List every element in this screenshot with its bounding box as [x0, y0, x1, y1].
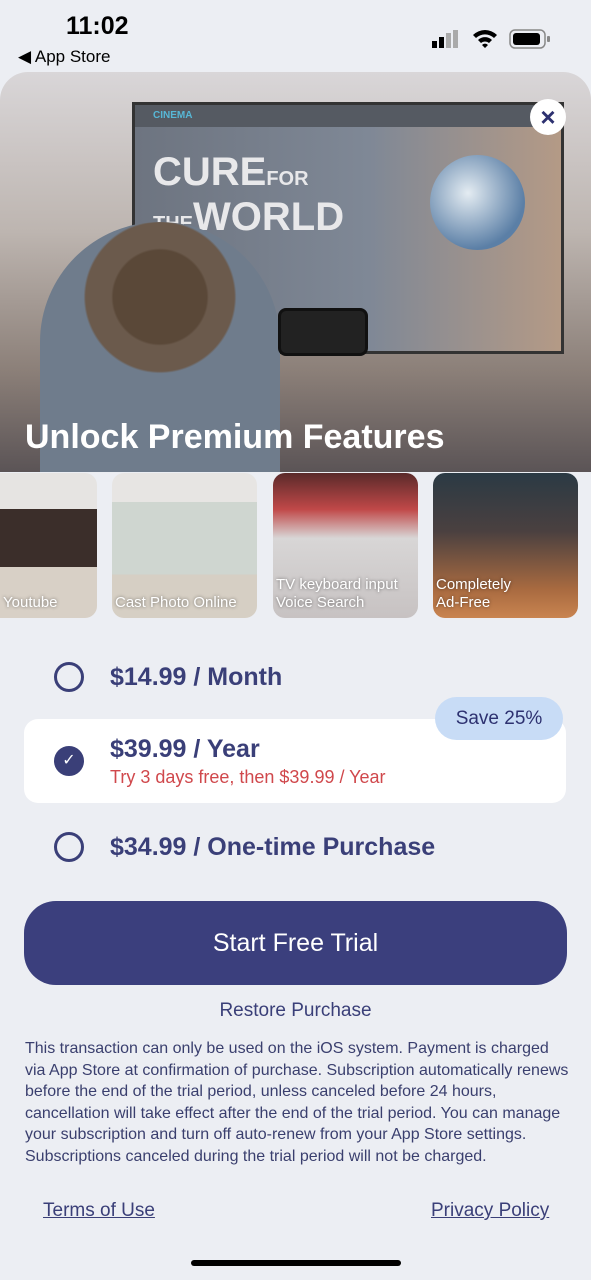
feature-label: Youtube: [3, 594, 58, 611]
start-free-trial-button[interactable]: Start Free Trial: [24, 901, 567, 985]
globe-image: [430, 155, 525, 250]
battery-icon: [509, 29, 551, 54]
check-icon: ✓: [62, 752, 76, 769]
phone-image: [278, 308, 368, 356]
signal-icon: [432, 30, 462, 53]
feature-label: TV keyboard input Voice Search: [276, 576, 398, 611]
close-button[interactable]: ×: [530, 99, 566, 135]
trial-info: Try 3 days free, then $39.99 / Year: [110, 767, 386, 787]
radio-selected[interactable]: ✓: [54, 746, 84, 776]
status-time: 11:02: [66, 12, 129, 40]
radio-unselected[interactable]: [54, 832, 84, 862]
back-to-app-store[interactable]: ◀ App Store: [18, 47, 110, 67]
save-badge: Save 25%: [435, 697, 563, 740]
page-title: Unlock Premium Features: [25, 418, 445, 456]
hero-banner: CINEMA CUREFORTHEWORLD: [0, 72, 591, 472]
plan-label: $34.99 / One-time Purchase: [110, 833, 436, 861]
close-icon: ×: [540, 102, 556, 132]
plan-one-time[interactable]: $34.99 / One-time Purchase: [24, 805, 566, 889]
feature-card: Completely Ad-Free: [433, 473, 578, 618]
plan-label: $39.99 / Year: [110, 735, 260, 763]
feature-label: Cast Photo Online: [115, 594, 237, 611]
feature-card: Cast Photo Online: [112, 473, 257, 618]
radio-unselected[interactable]: [54, 662, 84, 692]
legal-text: This transaction can only be used on the…: [25, 1040, 569, 1165]
home-indicator: [191, 1260, 401, 1266]
feature-card: TV keyboard input Voice Search: [273, 473, 418, 618]
restore-purchase-link[interactable]: Restore Purchase: [0, 1000, 591, 1022]
tv-brand: CINEMA: [135, 105, 561, 127]
wifi-icon: [472, 27, 498, 54]
privacy-policy-link[interactable]: Privacy Policy: [431, 1200, 549, 1222]
terms-of-use-link[interactable]: Terms of Use: [43, 1200, 155, 1222]
feature-card: Youtube: [0, 473, 97, 618]
plan-label: $14.99 / Month: [110, 663, 283, 691]
feature-label: Completely Ad-Free: [436, 576, 512, 611]
